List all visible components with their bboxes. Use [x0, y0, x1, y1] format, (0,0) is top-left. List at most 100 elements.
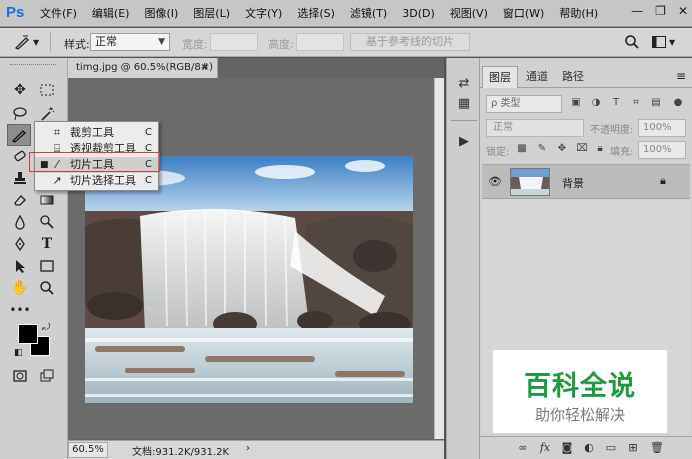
new-group-icon[interactable]: ▭ [604, 441, 618, 455]
history-icon[interactable]: ▦ [456, 96, 472, 112]
swap-colors-icon[interactable]: ⤾ [42, 322, 50, 333]
slices-from-guides-button[interactable]: 基于参考线的切片 [350, 33, 470, 51]
search-icon[interactable] [624, 34, 640, 50]
divider [451, 120, 477, 121]
add-mask-icon[interactable]: ◙ [560, 441, 574, 455]
close-icon[interactable]: × [201, 58, 209, 78]
adjustment-filter-icon[interactable]: ◑ [590, 97, 602, 109]
slice-tool-active[interactable] [7, 124, 31, 146]
default-colors-icon[interactable]: ◧ [14, 348, 23, 358]
play-icon[interactable]: ▶ [456, 134, 472, 150]
marquee-tool[interactable] [37, 80, 57, 100]
options-bar: ▼ 样式: 正常 ▼ 宽度: 高度: 基于参考线的切片 ▼ [0, 28, 692, 57]
filter-toggle-icon[interactable]: ● [672, 97, 684, 109]
panel-menu-icon[interactable]: ≡ [676, 69, 686, 83]
status-menu-arrow[interactable]: › [246, 443, 250, 454]
type-tool[interactable]: T [37, 234, 57, 254]
blend-row: 正常 不透明度: 100% [484, 118, 688, 138]
link-layers-icon[interactable]: ∞ [516, 441, 530, 455]
watermark-logo: 百科全说 助你轻松解决 [493, 350, 667, 433]
tool-preset-picker[interactable]: ▼ [14, 33, 44, 51]
zoom-tool[interactable] [37, 278, 57, 298]
smart-object-filter-icon[interactable]: ▤ [650, 97, 662, 109]
tab-layers[interactable]: 图层 [482, 66, 518, 88]
eraser-icon [14, 195, 26, 206]
quick-mask-tool[interactable] [10, 366, 30, 386]
rectangle-tool[interactable] [37, 256, 57, 276]
lock-icon: 🔒︎ [660, 174, 666, 187]
slice-select-icon: ↗ [52, 174, 62, 187]
menu-filter[interactable]: 滤镜(T) [350, 5, 387, 21]
minimize-button[interactable]: — [631, 4, 643, 18]
menu-view[interactable]: 视图(V) [450, 5, 488, 21]
layer-row[interactable]: 👁︎ 背景 🔒︎ [482, 165, 690, 199]
tool-presets-icon[interactable]: ⇄ [456, 76, 472, 92]
fill-label: 填充: [610, 147, 634, 158]
restore-button[interactable]: ❐ [655, 4, 666, 18]
height-label: 高度: [268, 38, 294, 51]
menu-help[interactable]: 帮助(H) [559, 5, 598, 21]
trash-icon[interactable]: 🗑︎ [650, 441, 664, 455]
watermark-subtitle: 助你轻松解决 [534, 406, 625, 424]
gradient-tool[interactable] [37, 190, 57, 210]
menu-select[interactable]: 选择(S) [297, 5, 335, 21]
fx-icon[interactable]: fx [538, 441, 552, 455]
layer-name[interactable]: 背景 [562, 175, 584, 191]
document-image[interactable] [85, 156, 413, 403]
blur-tool[interactable] [10, 212, 30, 232]
height-field[interactable] [296, 33, 344, 51]
foreground-color-swatch[interactable] [18, 324, 38, 344]
flyout-item-slice-select[interactable]: ↗ 切片选择工具 C [35, 173, 158, 189]
menu-image[interactable]: 图像(I) [144, 5, 178, 21]
shape-filter-icon[interactable]: ⌗ [630, 97, 642, 109]
new-layer-icon[interactable]: ⊞ [626, 441, 640, 455]
menu-edit[interactable]: 编辑(E) [92, 5, 130, 21]
screen-mode-tool[interactable] [37, 366, 57, 386]
layers-footer: ∞ fx ◙ ◐ ▭ ⊞ 🗑︎ [480, 436, 692, 458]
lock-transparent-icon[interactable]: ▩ [516, 143, 528, 155]
chevron-down-icon: ▼ [669, 37, 676, 47]
fill-field[interactable]: 100% [638, 141, 686, 159]
width-field[interactable] [210, 33, 258, 51]
path-selection-tool[interactable] [10, 256, 30, 276]
arrow-cursor-icon [16, 260, 25, 273]
type-filter-icon[interactable]: T [610, 97, 622, 109]
vertical-scrollbar[interactable] [434, 78, 444, 439]
document-title: timg.jpg @ 60.5%(RGB/8#) [76, 62, 214, 73]
tab-paths[interactable]: 路径 [556, 66, 590, 88]
menu-type[interactable]: 文字(Y) [245, 5, 282, 21]
lock-artboard-icon[interactable]: ⌧ [576, 143, 588, 155]
workspace-switcher[interactable]: ▼ [652, 34, 682, 50]
ellipsis-icon: ••• [9, 303, 31, 317]
style-select[interactable]: 正常 ▼ [90, 33, 170, 51]
dodge-tool[interactable] [37, 212, 57, 232]
lock-pixels-icon[interactable]: ✎ [536, 143, 548, 155]
eye-icon[interactable]: 👁︎ [488, 175, 502, 189]
hand-tool[interactable]: ✋ [10, 278, 30, 298]
opacity-field[interactable]: 100% [638, 119, 686, 137]
menu-3d[interactable]: 3D(D) [402, 7, 435, 20]
adjustment-layer-icon[interactable]: ◐ [582, 441, 596, 455]
close-button[interactable]: ✕ [678, 4, 688, 18]
menu-window[interactable]: 窗口(W) [503, 5, 544, 21]
lock-all-icon[interactable]: 🔒︎ [594, 143, 606, 155]
tab-channels[interactable]: 通道 [520, 66, 554, 88]
menu-file[interactable]: 文件(F) [40, 5, 77, 21]
pixel-filter-icon[interactable]: ▣ [570, 97, 582, 109]
flyout-item-crop[interactable]: ⌗ 裁剪工具 C [35, 125, 158, 141]
document-tab[interactable]: timg.jpg @ 60.5%(RGB/8#) × [68, 58, 218, 78]
magic-wand-icon [41, 107, 55, 121]
eraser-tool[interactable] [10, 190, 30, 210]
zoom-field[interactable]: 60.5% [68, 442, 108, 458]
healing-brush-tool[interactable] [10, 146, 30, 166]
clone-stamp-tool[interactable] [10, 168, 30, 188]
edit-toolbar[interactable]: ••• [9, 300, 31, 320]
menu-layer[interactable]: 图层(L) [193, 5, 230, 21]
pen-tool[interactable] [10, 234, 30, 254]
lasso-tool[interactable] [10, 104, 30, 124]
kind-filter-select[interactable]: ρ 类型 [486, 95, 562, 113]
move-tool[interactable]: ✥ [10, 80, 30, 100]
panel-grip [10, 64, 56, 68]
lock-position-icon[interactable]: ✥ [556, 143, 568, 155]
blend-mode-select[interactable]: 正常 [486, 119, 584, 137]
